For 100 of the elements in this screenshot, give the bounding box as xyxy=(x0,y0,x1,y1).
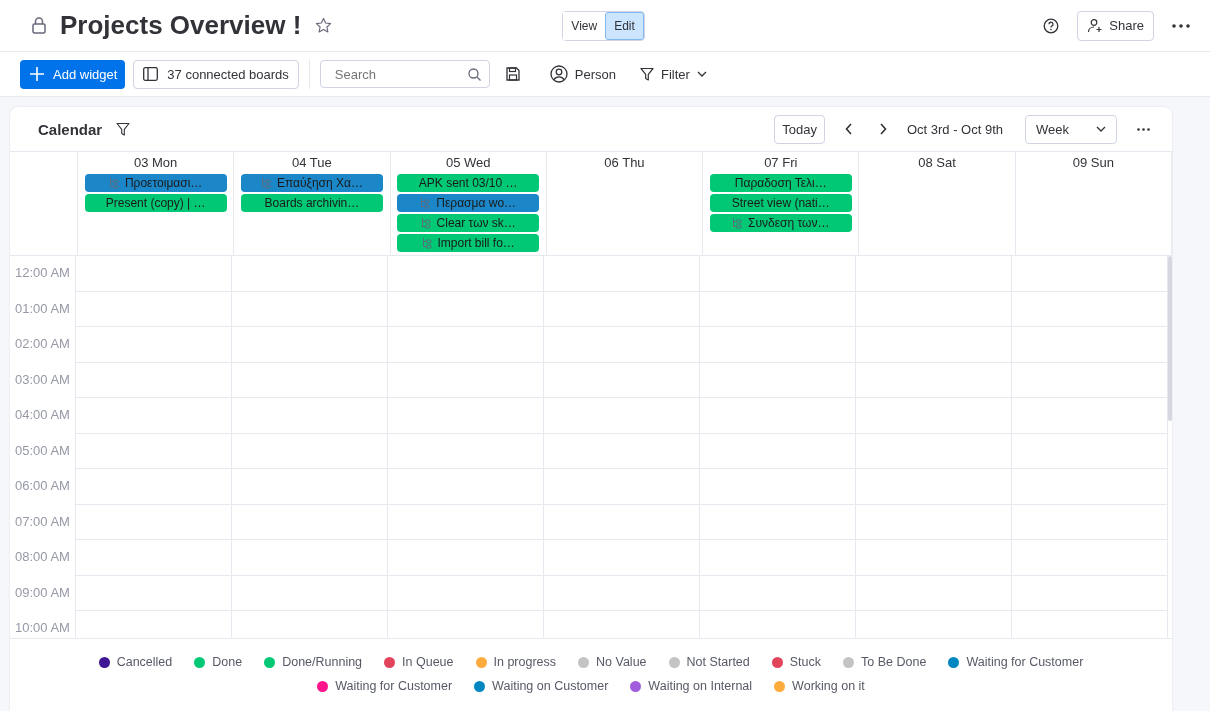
time-slot[interactable] xyxy=(856,398,1012,434)
event-pill[interactable]: Boards archivin… xyxy=(240,194,383,212)
add-widget-button[interactable]: Add widget xyxy=(20,59,126,89)
time-slot[interactable] xyxy=(856,256,1012,292)
time-slot[interactable] xyxy=(76,540,232,576)
view-dropdown[interactable]: Week xyxy=(1025,114,1117,144)
time-slot[interactable] xyxy=(1012,540,1168,576)
mode-tab[interactable]: Edit xyxy=(605,11,644,40)
time-slot[interactable] xyxy=(544,540,700,576)
next-icon[interactable] xyxy=(878,123,887,135)
time-slot[interactable] xyxy=(388,433,544,469)
time-slot[interactable] xyxy=(388,469,544,505)
time-slot[interactable] xyxy=(544,504,700,540)
time-slot[interactable] xyxy=(544,362,700,398)
time-slot[interactable] xyxy=(232,362,388,398)
time-slot[interactable] xyxy=(232,256,388,292)
previous-icon[interactable] xyxy=(844,123,853,135)
time-slot[interactable] xyxy=(856,504,1012,540)
time-slot[interactable] xyxy=(1012,433,1168,469)
time-slot[interactable] xyxy=(700,575,856,611)
time-slot[interactable] xyxy=(388,398,544,434)
time-slot[interactable] xyxy=(76,469,232,505)
time-slot[interactable] xyxy=(544,327,700,363)
time-slot[interactable] xyxy=(856,469,1012,505)
event-pill[interactable]: Περασμα wo… xyxy=(397,194,540,212)
time-slot[interactable] xyxy=(388,540,544,576)
time-slot[interactable] xyxy=(388,256,544,292)
time-slot[interactable] xyxy=(856,291,1012,327)
time-slot[interactable] xyxy=(232,540,388,576)
time-slot[interactable] xyxy=(232,398,388,434)
scrollbar[interactable] xyxy=(1168,256,1172,421)
today-button[interactable]: Today xyxy=(774,114,825,144)
filter-button[interactable]: Filter xyxy=(631,62,715,86)
time-slot[interactable] xyxy=(700,504,856,540)
time-slot[interactable] xyxy=(856,327,1012,363)
time-slot[interactable] xyxy=(76,398,232,434)
time-slot[interactable] xyxy=(700,469,856,505)
time-slot[interactable] xyxy=(232,291,388,327)
time-slot[interactable] xyxy=(544,398,700,434)
time-slot[interactable] xyxy=(232,469,388,505)
time-slot[interactable] xyxy=(544,575,700,611)
filter-icon[interactable] xyxy=(116,122,131,136)
time-slot[interactable] xyxy=(856,575,1012,611)
time-slot[interactable] xyxy=(856,362,1012,398)
time-slot[interactable] xyxy=(388,575,544,611)
time-slot[interactable] xyxy=(388,362,544,398)
time-slot[interactable] xyxy=(1012,398,1168,434)
event-pill[interactable]: Import bill fo… xyxy=(397,234,540,252)
time-slot[interactable] xyxy=(544,256,700,292)
save-icon[interactable] xyxy=(505,67,520,81)
time-slot[interactable] xyxy=(232,327,388,363)
time-slot[interactable] xyxy=(76,433,232,469)
time-slot[interactable] xyxy=(76,504,232,540)
time-slot[interactable] xyxy=(856,540,1012,576)
star-icon[interactable] xyxy=(315,17,333,34)
time-slot[interactable] xyxy=(1012,575,1168,611)
time-slot[interactable] xyxy=(544,433,700,469)
time-slot[interactable] xyxy=(76,575,232,611)
time-slot[interactable] xyxy=(544,469,700,505)
time-slot[interactable] xyxy=(1012,504,1168,540)
time-slot[interactable] xyxy=(856,433,1012,469)
event-pill[interactable]: Present (copy) | … xyxy=(84,194,227,212)
time-slot[interactable] xyxy=(700,362,856,398)
hour-label: 01:00 AM xyxy=(10,291,76,327)
time-slot[interactable] xyxy=(388,291,544,327)
time-slot[interactable] xyxy=(76,291,232,327)
time-slot[interactable] xyxy=(1012,469,1168,505)
connected-boards-button[interactable]: 37 connected boards xyxy=(133,59,299,89)
legend-label: Waiting for Customer xyxy=(335,679,453,693)
search-field[interactable]: Search xyxy=(319,60,490,88)
time-slot[interactable] xyxy=(232,504,388,540)
help-icon[interactable] xyxy=(1043,17,1060,34)
event-pill[interactable]: Street view (nati… xyxy=(709,194,852,212)
time-slot[interactable] xyxy=(700,256,856,292)
event-pill[interactable]: APK sent 03/10 … xyxy=(397,174,540,192)
time-slot[interactable] xyxy=(700,540,856,576)
event-pill[interactable]: Clear των sk… xyxy=(397,214,540,232)
event-pill[interactable]: Προετοιμασι… xyxy=(84,174,227,192)
person-filter-button[interactable]: Person xyxy=(541,61,624,87)
event-pill[interactable]: Επαύξηση Χα… xyxy=(240,174,383,192)
time-slot[interactable] xyxy=(700,398,856,434)
time-slot[interactable] xyxy=(700,291,856,327)
event-pill[interactable]: Συνδεση των… xyxy=(709,214,852,232)
time-slot[interactable] xyxy=(544,291,700,327)
time-slot[interactable] xyxy=(232,433,388,469)
hour-label: 10:00 AM xyxy=(10,611,76,638)
event-pill[interactable]: Παραδοση Τελι… xyxy=(709,174,852,192)
share-button[interactable]: Share xyxy=(1077,10,1154,41)
time-slot[interactable] xyxy=(388,327,544,363)
time-slot[interactable] xyxy=(700,433,856,469)
legend-label: In Queue xyxy=(402,655,454,669)
time-slot[interactable] xyxy=(76,327,232,363)
search-icon[interactable] xyxy=(467,68,481,81)
time-slot[interactable] xyxy=(76,256,232,292)
time-slot[interactable] xyxy=(388,504,544,540)
time-slot[interactable] xyxy=(76,362,232,398)
more-icon[interactable] xyxy=(1172,23,1190,28)
more-icon[interactable] xyxy=(1137,127,1150,131)
time-slot[interactable] xyxy=(232,575,388,611)
time-slot[interactable] xyxy=(700,327,856,363)
